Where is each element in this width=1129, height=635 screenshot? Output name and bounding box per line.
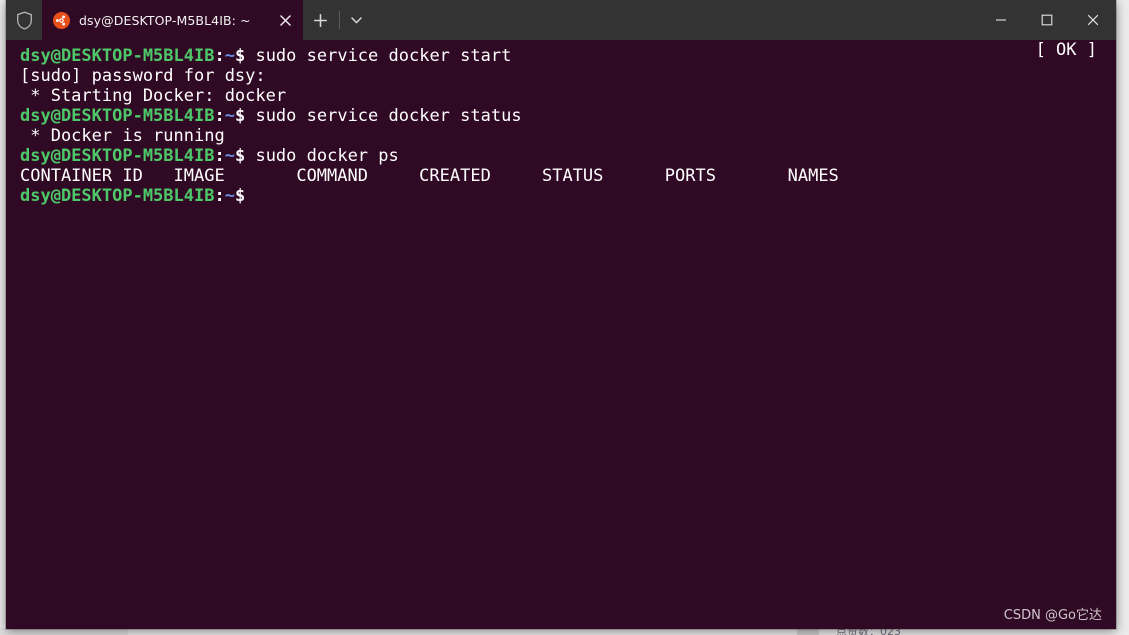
terminal-output-text: * Docker is running (20, 126, 225, 146)
status-badge-ok: [ OK ] (1035, 40, 1097, 60)
tab-strip: dsy@DESKTOP-M5BL4IB: ~ (42, 0, 374, 40)
title-bar: dsy@DESKTOP-M5BL4IB: ~ (6, 0, 1116, 40)
prompt-user-host: dsy@DESKTOP-M5BL4IB (20, 46, 215, 66)
terminal-line: * Starting Docker: docker [ OK ] (20, 40, 1116, 106)
prompt-colon: : (214, 146, 225, 166)
terminal-output-text: * Starting Docker: docker (20, 86, 287, 106)
terminal-command: sudo service docker status (245, 106, 522, 126)
prompt-symbol: $ (234, 106, 246, 126)
prompt-symbol: $ (234, 146, 246, 166)
prompt-colon: : (214, 46, 225, 66)
terminal-output-text: [sudo] password for dsy: (20, 66, 266, 86)
close-button[interactable] (1070, 0, 1116, 40)
tab-close-icon[interactable] (269, 0, 303, 40)
desktop-taskbar-strip (0, 628, 128, 635)
prompt-symbol: $ (234, 46, 246, 66)
terminal-command: sudo docker ps (245, 146, 399, 166)
titlebar-drag-region[interactable] (374, 0, 978, 40)
terminal-output-text: CONTAINER ID IMAGE COMMAND CREATED STATU… (20, 166, 839, 186)
terminal-command: sudo service docker start (245, 46, 512, 66)
prompt-user-host: dsy@DESKTOP-M5BL4IB (20, 186, 215, 206)
chevron-down-icon[interactable] (340, 0, 374, 40)
docker-ps-table-header: CONTAINER ID IMAGE COMMAND CREATED STATU… (20, 166, 1116, 186)
prompt-colon: : (214, 106, 225, 126)
new-tab-button[interactable] (303, 0, 339, 40)
terminal-line: dsy@DESKTOP-M5BL4IB:~$ sudo service dock… (20, 46, 1116, 66)
prompt-path: ~ (224, 146, 235, 166)
prompt-colon: : (214, 186, 225, 206)
shield-icon[interactable] (6, 0, 42, 40)
maximize-button[interactable] (1024, 0, 1070, 40)
terminal-window: dsy@DESKTOP-M5BL4IB: ~ dsy@DESKTOP-M5BL4… (6, 0, 1116, 629)
terminal-line: * Docker is running (20, 126, 1116, 146)
prompt-user-host: dsy@DESKTOP-M5BL4IB (20, 106, 215, 126)
prompt-path: ~ (224, 106, 235, 126)
terminal-line: dsy@DESKTOP-M5BL4IB:~$ sudo service dock… (20, 106, 1116, 126)
tab-title: dsy@DESKTOP-M5BL4IB: ~ (79, 12, 251, 28)
terminal-line: [sudo] password for dsy: (20, 66, 1116, 86)
prompt-user-host: dsy@DESKTOP-M5BL4IB (20, 146, 215, 166)
prompt-symbol: $ (234, 186, 246, 206)
prompt-path: ~ (224, 186, 235, 206)
terminal-line: dsy@DESKTOP-M5BL4IB:~$ sudo docker ps (20, 146, 1116, 166)
terminal-line: dsy@DESKTOP-M5BL4IB:~$ (20, 186, 1116, 206)
terminal-output-area[interactable]: dsy@DESKTOP-M5BL4IB:~$ sudo service dock… (6, 40, 1116, 629)
window-controls (978, 0, 1116, 40)
minimize-button[interactable] (978, 0, 1024, 40)
prompt-path: ~ (224, 46, 235, 66)
tab-ubuntu[interactable]: dsy@DESKTOP-M5BL4IB: ~ (42, 0, 303, 40)
watermark: CSDN @Go它达 (1003, 608, 1102, 623)
ubuntu-logo-icon (53, 11, 70, 29)
